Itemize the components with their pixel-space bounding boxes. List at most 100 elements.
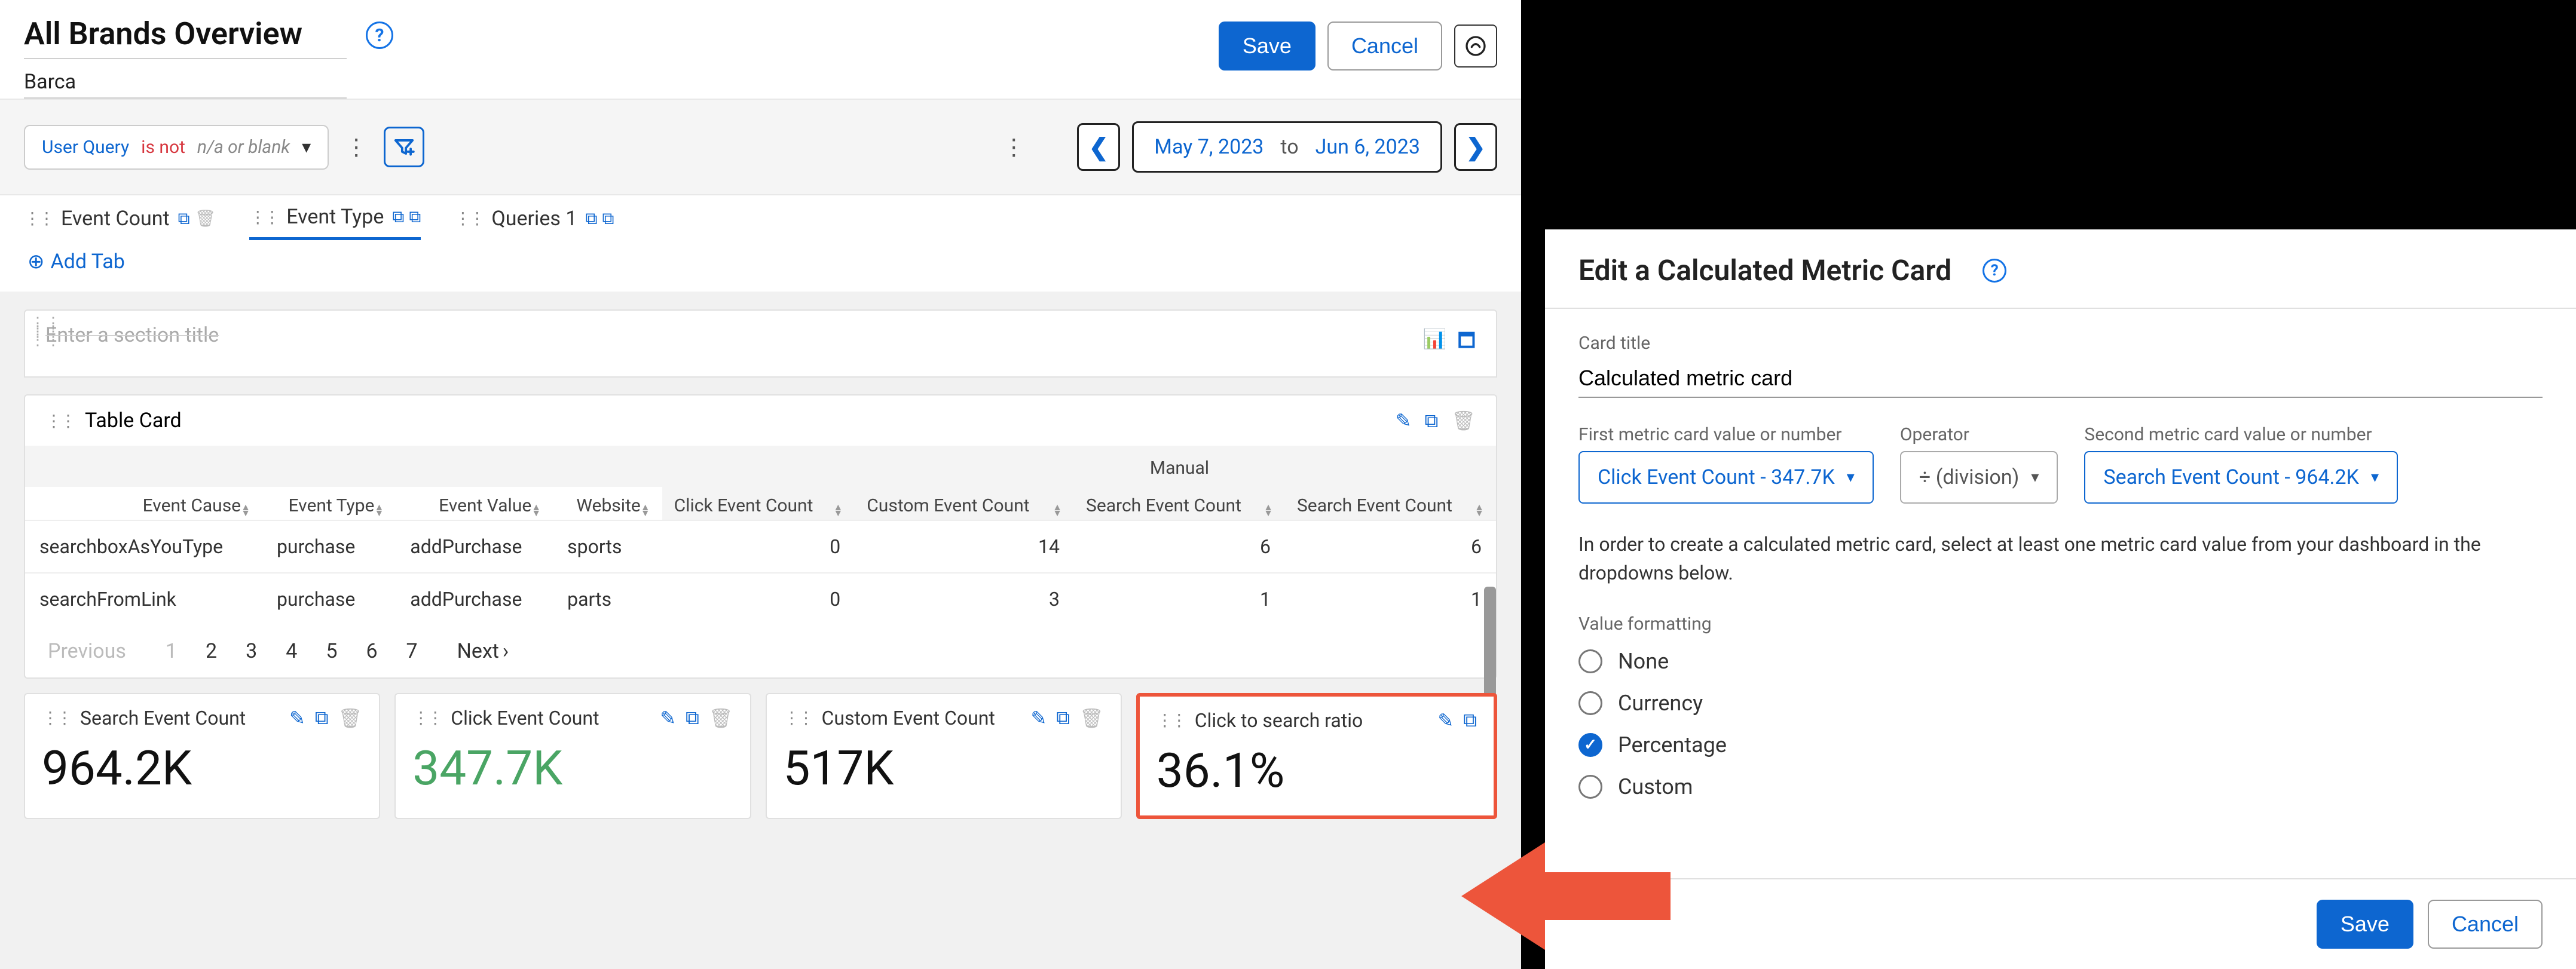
pagination-page[interactable]: 7 (406, 639, 418, 663)
edit-icon[interactable]: ✎ (1030, 707, 1047, 729)
pagination-page[interactable]: 1 (166, 639, 177, 663)
pagination-page[interactable]: 4 (286, 639, 297, 663)
help-icon[interactable]: ? (1983, 259, 2006, 283)
delete-icon[interactable]: 🗑 (709, 707, 733, 729)
tab-event-type[interactable]: ⋮⋮ Event Type ⧉ ⧉ (249, 205, 421, 240)
edit-icon[interactable]: ✎ (660, 707, 676, 729)
operator-dropdown[interactable]: ÷ (division) ▾ (1900, 451, 2058, 504)
radio-custom[interactable]: Custom (1578, 774, 2543, 799)
col-search-count-2[interactable]: Search Event Count (1297, 495, 1474, 516)
helper-text: In order to create a calculated metric c… (1578, 530, 2543, 587)
second-metric-dropdown[interactable]: Search Event Count - 964.2K ▾ (2084, 451, 2398, 504)
copy-icon[interactable]: ⧉ (1056, 706, 1070, 729)
table-cell: addPurchase (396, 573, 553, 625)
radio-circle-icon (1578, 733, 1602, 757)
add-tab-button[interactable]: ⊕ Add Tab (27, 250, 125, 274)
metric-value: 517K (784, 740, 1104, 796)
radio-none[interactable]: None (1578, 649, 2543, 674)
duplicate-icon[interactable]: ⧉ (409, 207, 421, 227)
edit-icon[interactable]: ✎ (1437, 709, 1454, 732)
delete-icon[interactable]: 🗑 (1451, 409, 1476, 433)
edit-icon[interactable]: ✎ (1396, 409, 1412, 433)
duplicate-icon[interactable]: ⧉ (602, 208, 614, 229)
pagination-page[interactable]: 3 (246, 639, 257, 663)
delete-icon[interactable]: 🗑 (338, 707, 363, 729)
metric-title: Click to search ratio (1195, 709, 1428, 732)
table-cell: sports (553, 520, 662, 573)
tab-queries[interactable]: ⋮⋮ Queries 1 ⧉ ⧉ (454, 207, 614, 239)
page-subtitle[interactable]: Barca (24, 70, 347, 99)
drag-icon[interactable]: ⋮⋮ (1157, 710, 1185, 730)
chart-icon[interactable]: 📊 (1423, 327, 1447, 360)
status-icon[interactable] (1454, 24, 1497, 68)
radio-label: Custom (1618, 774, 1693, 799)
panel-more-icon[interactable]: ⋮ (998, 131, 1029, 162)
drag-icon[interactable]: ⋮⋮ (45, 411, 74, 431)
layout-icon[interactable]: 🗖 (1458, 327, 1476, 360)
copy-icon[interactable]: ⧉ (1425, 409, 1439, 433)
card-title: Table Card (85, 409, 1385, 433)
metric-title: Search Event Count (80, 707, 280, 729)
copy-icon[interactable]: ⧉ (178, 208, 190, 229)
panel-title: Edit a Calculated Metric Card (1578, 253, 1951, 287)
first-metric-dropdown[interactable]: Click Event Count - 347.7K ▾ (1578, 451, 1874, 504)
filter-more-icon[interactable]: ⋮ (341, 131, 372, 162)
copy-icon[interactable]: ⧉ (392, 207, 404, 227)
metric-card: ⋮⋮ Click to search ratio ✎ ⧉ 36.1% (1136, 693, 1497, 819)
radio-percentage[interactable]: Percentage (1578, 732, 2543, 758)
drag-icon[interactable]: ⋮⋮ (412, 708, 441, 728)
operator-value: ÷ (division) (1919, 465, 2020, 489)
section-header[interactable]: ⋮⋮⋮⋮⋮⋮ Enter a section title 📊 🗖 (24, 309, 1497, 378)
copy-icon[interactable]: ⧉ (1463, 709, 1477, 732)
card-title-input[interactable] (1578, 360, 2543, 398)
tab-label: Event Type (286, 205, 384, 229)
edit-icon[interactable]: ✎ (289, 707, 305, 729)
drag-icon[interactable]: ⋮⋮ (42, 708, 71, 728)
table-cell: 1 (1285, 573, 1496, 625)
col-click-count[interactable]: Click Event Count (674, 495, 834, 516)
pagination-page[interactable]: 6 (366, 639, 377, 663)
table-cell: 6 (1074, 520, 1285, 573)
save-button[interactable]: Save (1219, 22, 1315, 70)
delete-icon[interactable]: 🗑 (1079, 707, 1104, 729)
panel-cancel-button[interactable]: Cancel (2428, 900, 2543, 949)
copy-icon[interactable]: ⧉ (315, 706, 329, 729)
col-event-value[interactable]: Event Value (408, 495, 531, 516)
metric-title: Click Event Count (451, 707, 650, 729)
table-row[interactable]: searchFromLinkpurchaseaddPurchaseparts03… (25, 573, 1496, 625)
date-prev-button[interactable]: ❮ (1077, 123, 1120, 171)
table-cell: searchboxAsYouType (25, 520, 262, 573)
cancel-button[interactable]: Cancel (1327, 22, 1442, 70)
second-metric-value: Search Event Count - 964.2K (2103, 465, 2359, 489)
pagination-next[interactable]: Next › (457, 639, 509, 663)
date-next-button[interactable]: ❯ (1454, 123, 1497, 171)
copy-icon[interactable]: ⧉ (585, 208, 597, 229)
col-custom-count[interactable]: Custom Event Count (867, 495, 1053, 516)
col-group-manual: Manual (1074, 446, 1285, 487)
pagination-page[interactable]: 2 (206, 639, 217, 663)
delete-icon[interactable]: 🗑 (195, 208, 216, 229)
date-range[interactable]: May 7, 2023 to Jun 6, 2023 (1132, 121, 1442, 173)
col-website[interactable]: Website (565, 495, 641, 516)
panel-save-button[interactable]: Save (2317, 900, 2413, 949)
radio-currency[interactable]: Currency (1578, 691, 2543, 716)
tab-event-count[interactable]: ⋮⋮ Event Count ⧉ 🗑 (24, 207, 216, 239)
filter-operator: is not (141, 137, 185, 158)
help-icon[interactable]: ? (366, 22, 393, 49)
page-title[interactable]: All Brands Overview (24, 16, 347, 59)
table-cell: 0 (662, 520, 855, 573)
filter-condition[interactable]: User Query is not n/a or blank ▾ (24, 125, 329, 170)
col-event-type[interactable]: Event Type (274, 495, 375, 516)
pagination-prev: Previous (48, 639, 126, 663)
date-to: Jun 6, 2023 (1315, 135, 1420, 159)
table-row[interactable]: searchboxAsYouTypepurchaseaddPurchasespo… (25, 520, 1496, 573)
col-event-cause[interactable]: Event Cause (37, 495, 241, 516)
pagination-page[interactable]: 5 (326, 639, 337, 663)
drag-icon[interactable]: ⋮⋮ (784, 708, 812, 728)
section-title-input[interactable]: Enter a section title (45, 323, 219, 347)
add-filter-button[interactable] (384, 127, 424, 167)
copy-icon[interactable]: ⧉ (686, 706, 699, 729)
drag-icon: ⋮⋮ (454, 208, 483, 228)
col-search-count[interactable]: Search Event Count (1086, 495, 1263, 516)
table-cell: addPurchase (396, 520, 553, 573)
